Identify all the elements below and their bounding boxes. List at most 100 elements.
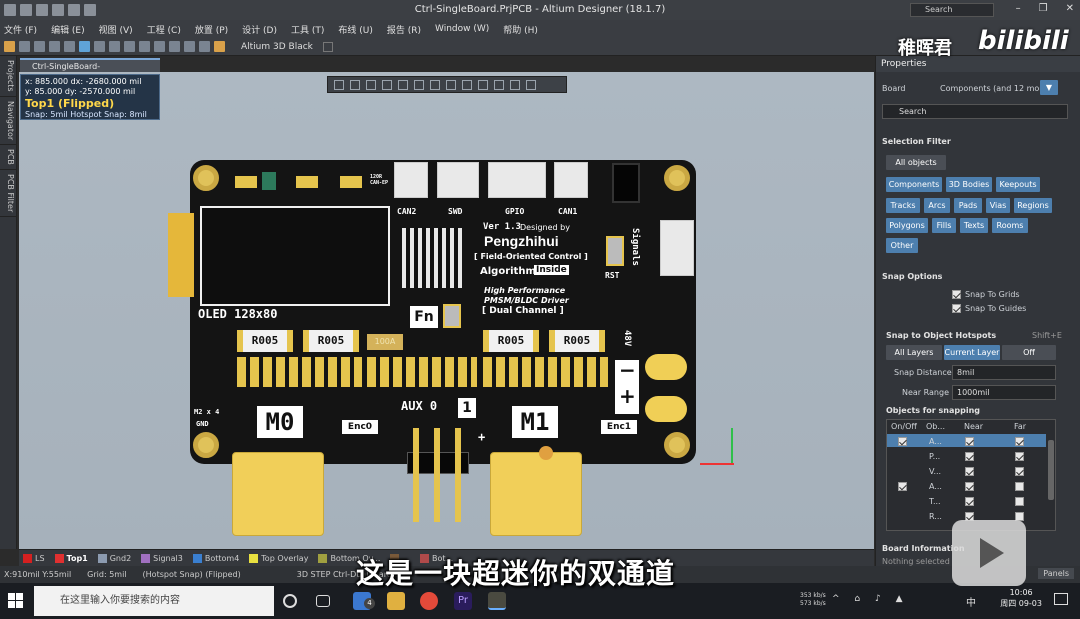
menu-tools[interactable]: 工具 (T)	[291, 23, 324, 36]
minimize-icon[interactable]: –	[1016, 3, 1021, 14]
row-far-checkbox[interactable]	[1015, 482, 1024, 491]
move-icon[interactable]	[154, 41, 165, 52]
print-icon[interactable]	[34, 41, 45, 52]
row-far-checkbox[interactable]	[1015, 497, 1024, 506]
menu-help[interactable]: 帮助 (H)	[503, 23, 538, 36]
fill-icon[interactable]	[446, 79, 456, 90]
layer-tab-0[interactable]: LS	[23, 553, 45, 563]
measure-icon[interactable]	[526, 79, 536, 90]
save-icon[interactable]	[19, 41, 30, 52]
windows-start-icon[interactable]	[8, 593, 24, 609]
altium-icon[interactable]	[488, 592, 506, 610]
snap-all-layers-button[interactable]: All Layers	[886, 345, 942, 360]
snap-to-guides-checkbox[interactable]	[952, 304, 961, 313]
document-tab[interactable]: Ctrl-SingleBoard-DirectFET.PcbDoc *	[20, 58, 160, 85]
taskbar-search-input[interactable]: 在这里输入你要搜索的内容	[34, 586, 274, 616]
filter-components-button[interactable]: Components	[886, 177, 942, 192]
filter-tracks-button[interactable]: Tracks	[886, 198, 920, 213]
zoom-fit-icon[interactable]	[64, 41, 75, 52]
filter-regions-button[interactable]: Regions	[1014, 198, 1052, 213]
chevron-down-icon[interactable]	[322, 41, 333, 52]
table-scrollbar[interactable]	[1048, 440, 1054, 500]
near-range-input[interactable]: 1000mil	[952, 385, 1056, 400]
layer-tab-2[interactable]: Gnd2	[97, 553, 131, 563]
ime-indicator[interactable]: 中	[966, 594, 976, 609]
rect-select-icon[interactable]	[366, 79, 376, 90]
row-near-checkbox[interactable]	[965, 482, 974, 491]
row-far-checkbox[interactable]	[1015, 467, 1024, 476]
menu-project[interactable]: 工程 (C)	[147, 23, 181, 36]
row-near-checkbox[interactable]	[965, 467, 974, 476]
tab-navigator[interactable]: Navigator	[0, 97, 17, 145]
filter-polygons-button[interactable]: Polygons	[886, 218, 928, 233]
redo-icon[interactable]	[199, 41, 210, 52]
wand-icon[interactable]	[214, 41, 225, 52]
arc-icon[interactable]	[510, 79, 520, 90]
filter-arcs-button[interactable]: Arcs	[924, 198, 950, 213]
filter-other-button[interactable]: Other	[886, 238, 918, 253]
component-icon[interactable]	[398, 79, 408, 90]
cortana-icon[interactable]	[283, 594, 297, 608]
deselect-icon[interactable]	[169, 41, 180, 52]
filter-fills-button[interactable]: Fills	[932, 218, 956, 233]
menu-file[interactable]: 文件 (F)	[4, 23, 37, 36]
chrome-icon[interactable]	[420, 592, 438, 610]
layer-tab-4[interactable]: Bottom4	[192, 553, 239, 563]
menu-edit[interactable]: 编辑 (E)	[51, 23, 85, 36]
selection-filter-header[interactable]: Selection Filter	[882, 137, 951, 146]
properties-search-input[interactable]: Search	[882, 104, 1068, 119]
layer-tab-1[interactable]: Top1	[54, 553, 88, 563]
copy-icon[interactable]	[109, 41, 120, 52]
line-icon[interactable]	[494, 79, 504, 90]
layer-tab-3[interactable]: Signal3	[141, 553, 183, 563]
panels-button[interactable]: Panels	[1038, 568, 1074, 579]
filter-icon[interactable]	[334, 79, 344, 90]
row-near-checkbox[interactable]	[965, 437, 974, 446]
action-center-icon[interactable]	[1054, 593, 1068, 605]
close-icon[interactable]: ✕	[1066, 3, 1074, 14]
tab-pcb-filter[interactable]: PCB Filter	[0, 170, 17, 217]
play-icon[interactable]	[952, 520, 1026, 586]
menu-design[interactable]: 设计 (D)	[242, 23, 277, 36]
route-icon[interactable]	[414, 79, 424, 90]
row-far-checkbox[interactable]	[1015, 452, 1024, 461]
view-config-select[interactable]: Altium 3D Black	[237, 42, 317, 52]
menu-place[interactable]: 放置 (P)	[195, 23, 228, 36]
filter-3d-bodies-button[interactable]: 3D Bodies	[946, 177, 992, 192]
menu-window[interactable]: Window (W)	[435, 24, 489, 34]
filter-rooms-button[interactable]: Rooms	[992, 218, 1028, 233]
undo-icon[interactable]	[184, 41, 195, 52]
layer-icon[interactable]	[79, 41, 90, 52]
via-icon[interactable]	[430, 79, 440, 90]
snap-off-button[interactable]: Off	[1002, 345, 1056, 360]
row-on-checkbox[interactable]	[898, 482, 907, 491]
snap-options-header[interactable]: Snap Options	[882, 272, 942, 281]
row-on-checkbox[interactable]	[898, 437, 907, 446]
filter-keepouts-button[interactable]: Keepouts	[996, 177, 1040, 192]
select-icon[interactable]	[139, 41, 150, 52]
title-search-input[interactable]: Search	[910, 3, 994, 17]
clock[interactable]: 10:06 周四 09-03	[1000, 587, 1042, 609]
menu-reports[interactable]: 报告 (R)	[387, 23, 421, 36]
filter-button[interactable]: ▼	[1040, 80, 1058, 95]
row-far-checkbox[interactable]	[1015, 437, 1024, 446]
tab-pcb[interactable]: PCB	[0, 145, 17, 170]
plus-icon[interactable]	[350, 79, 360, 90]
snap-current-layer-button[interactable]: Current Layer	[944, 345, 1000, 360]
file-explorer-icon[interactable]	[387, 592, 405, 610]
snap-to-grids-checkbox[interactable]	[952, 290, 961, 299]
snap-distance-select[interactable]: 8mil	[952, 365, 1056, 380]
cut-icon[interactable]	[94, 41, 105, 52]
open-folder-icon[interactable]	[4, 41, 15, 52]
premiere-icon[interactable]: Pr	[454, 592, 472, 610]
all-objects-button[interactable]: All objects	[886, 155, 946, 170]
maximize-icon[interactable]: ❐	[1039, 3, 1048, 14]
tab-projects[interactable]: Projects	[0, 56, 17, 97]
paste-icon[interactable]	[124, 41, 135, 52]
filter-vias-button[interactable]: Vias	[986, 198, 1010, 213]
menu-route[interactable]: 布线 (U)	[338, 23, 372, 36]
zoom-icon[interactable]	[49, 41, 60, 52]
task-view-icon[interactable]	[316, 595, 330, 607]
filter-pads-button[interactable]: Pads	[954, 198, 982, 213]
filter-texts-button[interactable]: Texts	[960, 218, 988, 233]
